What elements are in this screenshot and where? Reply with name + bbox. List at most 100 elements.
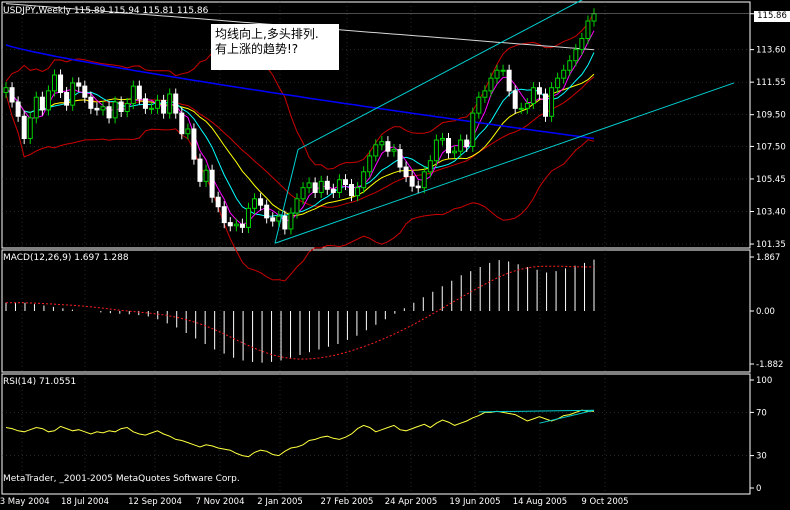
- rsi-tick-label: 100: [756, 376, 772, 386]
- price-tick-label: 101.35: [756, 240, 786, 250]
- candle-body: [70, 82, 76, 106]
- candle-body: [518, 107, 524, 110]
- candle-body: [397, 149, 403, 168]
- candle-body: [185, 128, 191, 135]
- candle-body: [488, 77, 494, 92]
- candle-body: [470, 112, 476, 147]
- candle-body: [270, 217, 276, 222]
- price-tick-label: 105.45: [756, 175, 786, 185]
- candle-body: [76, 82, 82, 87]
- candle-body: [585, 20, 591, 40]
- candle-body: [258, 198, 264, 206]
- rsi-line: [5, 409, 594, 458]
- candle-body: [282, 215, 288, 230]
- candle-body: [342, 179, 348, 186]
- date-tick-label: 14 Aug 2005: [513, 497, 567, 506]
- candle-body: [167, 93, 173, 114]
- candle-body: [130, 85, 136, 105]
- candle-body: [573, 49, 579, 62]
- candle-body: [124, 103, 130, 113]
- price-pane-title: USDJPY,Weekly 115.89 115.94 115.81 115.8…: [3, 6, 209, 16]
- price-tick-label: 113.60: [756, 46, 786, 56]
- rsi-pane-title: RSI(14) 71.0551: [3, 377, 77, 387]
- candle-body: [58, 74, 64, 93]
- candle-body: [318, 180, 324, 193]
- annotation-note: 均线向上,多头排列. 有上涨的趋势!?: [211, 24, 339, 70]
- candle-body: [15, 101, 21, 117]
- candle-body: [3, 87, 9, 93]
- candle-body: [452, 150, 458, 154]
- candle-body: [106, 106, 112, 119]
- candle-body: [45, 90, 51, 111]
- candle-body: [391, 149, 397, 152]
- candle-body: [221, 206, 227, 224]
- candle-body: [39, 96, 45, 111]
- candle-body: [530, 87, 536, 105]
- candle-body: [536, 87, 542, 95]
- candle-body: [549, 87, 555, 117]
- date-tick-label: 9 Oct 2005: [581, 497, 628, 506]
- candle-body: [306, 182, 312, 189]
- candle-body: [82, 85, 88, 98]
- date-tick-label: 27 Feb 2005: [321, 497, 374, 506]
- candle-body: [64, 91, 70, 106]
- candle-body: [512, 90, 518, 109]
- candle-body: [191, 128, 197, 160]
- macd-tick-label: 0.00: [756, 307, 775, 317]
- candle-body: [142, 98, 148, 109]
- candle-body: [312, 182, 318, 193]
- candle-body: [215, 196, 221, 208]
- candle-body: [27, 117, 33, 139]
- candle-body: [567, 60, 573, 71]
- price-tick-label: 109.50: [756, 111, 786, 121]
- candle-body: [385, 141, 391, 152]
- candle-body: [245, 207, 251, 228]
- price-tick-label: 111.55: [756, 78, 786, 88]
- candle-body: [118, 101, 124, 113]
- candle-body: [324, 180, 330, 190]
- candle-body: [88, 96, 94, 109]
- candle-body: [197, 158, 203, 182]
- candle-body: [288, 212, 294, 230]
- candle-body: [161, 99, 167, 114]
- candle-body: [543, 93, 549, 117]
- candle-body: [330, 188, 336, 193]
- date-tick-label: 7 Nov 2004: [195, 497, 244, 506]
- candle-body: [148, 107, 154, 110]
- candle-body: [591, 13, 597, 22]
- candle-body: [361, 171, 367, 189]
- candle-body: [415, 185, 421, 189]
- price-tick-label: 103.40: [756, 207, 786, 217]
- candle-body: [367, 155, 373, 173]
- candle-body: [336, 179, 342, 193]
- candle-body: [433, 139, 439, 162]
- price-tick-label: 107.50: [756, 142, 786, 152]
- candle-body: [203, 169, 209, 182]
- candle-body: [524, 103, 530, 109]
- candle-body: [51, 74, 57, 92]
- date-tick-label: 12 Sep 2004: [128, 497, 182, 506]
- candle-body: [476, 96, 482, 114]
- rsi-tick-label: 30: [756, 452, 767, 462]
- candle-body: [403, 166, 409, 178]
- candle-body: [494, 69, 500, 79]
- date-tick-label: 18 Jul 2004: [61, 497, 109, 506]
- date-tick-label: 2 Jan 2005: [257, 497, 303, 506]
- current-price-label: 115.86: [754, 11, 790, 22]
- candle-body: [379, 141, 385, 146]
- date-tick-label: 23 May 2004: [0, 497, 50, 506]
- candle-body: [409, 176, 415, 187]
- candle-body: [482, 90, 488, 98]
- channel-upper-line: [297, 0, 583, 151]
- candle-body: [439, 137, 445, 141]
- candle-body: [506, 69, 512, 92]
- candle-body: [446, 137, 452, 154]
- candle-body: [100, 106, 106, 111]
- date-tick-label: 24 Apr 2005: [385, 497, 438, 506]
- candle-body: [555, 77, 561, 89]
- candle-body: [373, 144, 379, 157]
- candle-body: [227, 222, 233, 227]
- candle-body: [561, 69, 567, 79]
- candle-body: [155, 99, 161, 109]
- macd-pane-title: MACD(12,26,9) 1.697 1.288: [3, 253, 129, 263]
